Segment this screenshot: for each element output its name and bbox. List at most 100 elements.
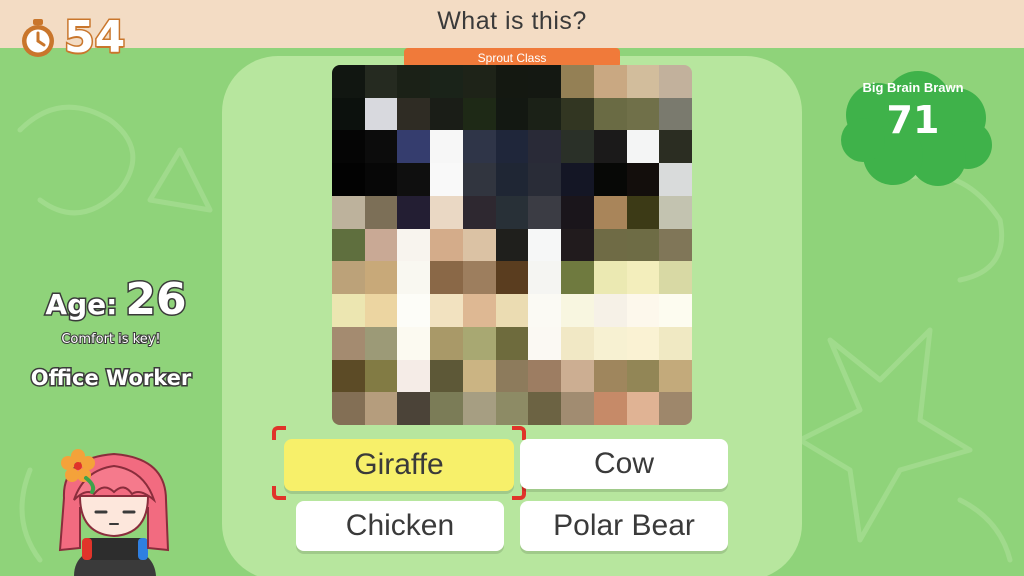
mosaic-cell bbox=[397, 130, 431, 164]
answer-button-giraffe[interactable]: Giraffe bbox=[284, 439, 514, 491]
mosaic-cell bbox=[626, 392, 660, 425]
mosaic-cell bbox=[561, 294, 594, 327]
mosaic-cell bbox=[659, 130, 692, 164]
mosaic-cell bbox=[332, 65, 365, 98]
mosaic-cell bbox=[397, 97, 431, 131]
score-label: Big Brain Brawn bbox=[862, 80, 964, 95]
mosaic-cell bbox=[561, 130, 594, 164]
mosaic-cell bbox=[626, 326, 660, 360]
answer-label: Giraffe bbox=[354, 448, 444, 481]
mosaic-cell bbox=[462, 326, 496, 360]
answer-button-chicken[interactable]: Chicken bbox=[296, 501, 504, 551]
mosaic-cell bbox=[659, 228, 692, 262]
mosaic-cell bbox=[561, 392, 594, 425]
mosaic-cell bbox=[397, 294, 431, 327]
selection-corner-top-right bbox=[512, 426, 526, 440]
mosaic-cell bbox=[462, 359, 496, 393]
mosaic-cell bbox=[397, 195, 431, 229]
mosaic-cell bbox=[528, 228, 562, 262]
mosaic-cell bbox=[495, 261, 529, 295]
mosaic-cell bbox=[364, 359, 398, 393]
mosaic-cell bbox=[593, 294, 627, 327]
mosaic-cell bbox=[462, 195, 496, 229]
mosaic-cell bbox=[659, 261, 692, 295]
mosaic-cell bbox=[528, 195, 562, 229]
mosaic-cell bbox=[495, 326, 529, 360]
mosaic-cell bbox=[593, 228, 627, 262]
mosaic-cell bbox=[593, 261, 627, 295]
mosaic-cell bbox=[528, 392, 562, 425]
mosaic-cell bbox=[332, 294, 365, 327]
mosaic-cell bbox=[364, 294, 398, 327]
mosaic-cell bbox=[659, 359, 692, 393]
mosaic-cell bbox=[332, 326, 365, 360]
mosaic-cell bbox=[430, 65, 463, 98]
mosaic-cell bbox=[495, 359, 529, 393]
mosaic-cell bbox=[659, 195, 692, 229]
mosaic-cell bbox=[430, 261, 463, 295]
mosaic-cell bbox=[561, 163, 594, 196]
pixelated-image bbox=[332, 65, 692, 425]
mosaic-cell bbox=[397, 228, 431, 262]
mosaic-cell bbox=[528, 294, 562, 327]
mosaic-cell bbox=[561, 228, 594, 262]
selection-corner-bottom-left bbox=[272, 486, 286, 500]
mosaic-cell bbox=[593, 392, 627, 425]
mosaic-cell bbox=[430, 228, 463, 262]
mosaic-cell bbox=[495, 130, 529, 164]
mosaic-cell bbox=[593, 359, 627, 393]
mosaic-cell bbox=[626, 97, 660, 131]
mosaic-cell bbox=[332, 228, 365, 262]
mosaic-cell bbox=[430, 163, 463, 196]
mosaic-cell bbox=[626, 228, 660, 262]
mosaic-cell bbox=[364, 228, 398, 262]
mosaic-cell bbox=[332, 359, 365, 393]
mosaic-cell bbox=[659, 294, 692, 327]
mosaic-cell bbox=[561, 195, 594, 229]
mosaic-cell bbox=[397, 326, 431, 360]
mosaic-cell bbox=[364, 130, 398, 164]
score-value: 71 bbox=[886, 98, 940, 142]
mosaic-cell bbox=[430, 97, 463, 131]
mosaic-cell bbox=[561, 359, 594, 393]
mosaic-cell bbox=[528, 359, 562, 393]
mosaic-cell bbox=[593, 195, 627, 229]
mosaic-cell bbox=[593, 97, 627, 131]
mosaic-cell bbox=[462, 130, 496, 164]
answer-button-cow[interactable]: Cow bbox=[520, 439, 728, 489]
timer-value: 54 bbox=[62, 12, 126, 63]
mosaic-cell bbox=[430, 392, 463, 425]
age-row: Age: 26 bbox=[26, 273, 206, 327]
mosaic-cell bbox=[462, 392, 496, 425]
answer-label: Cow bbox=[593, 447, 654, 480]
mosaic-cell bbox=[332, 261, 365, 295]
mosaic-cell bbox=[430, 294, 463, 327]
mosaic-cell bbox=[561, 261, 594, 295]
mosaic-cell bbox=[495, 163, 529, 196]
mosaic-cell bbox=[561, 97, 594, 131]
answer-label: Chicken bbox=[345, 509, 455, 542]
mosaic-cell bbox=[462, 163, 496, 196]
mosaic-cell bbox=[430, 359, 463, 393]
mosaic-cell bbox=[593, 130, 627, 164]
mosaic-cell bbox=[495, 228, 529, 262]
mosaic-cell bbox=[495, 65, 529, 98]
mosaic-cell bbox=[397, 392, 431, 425]
mosaic-cell bbox=[364, 326, 398, 360]
mosaic-cell bbox=[397, 359, 431, 393]
player-avatar-icon bbox=[58, 449, 170, 576]
mosaic-cell bbox=[364, 97, 398, 131]
mosaic-cell bbox=[659, 392, 692, 425]
mosaic-cell bbox=[495, 392, 529, 425]
mosaic-cell bbox=[528, 326, 562, 360]
answer-button-polar-bear[interactable]: Polar Bear bbox=[520, 501, 728, 551]
mosaic-cell bbox=[626, 294, 660, 327]
mosaic-cell bbox=[528, 163, 562, 196]
mosaic-cell bbox=[495, 294, 529, 327]
mosaic-cell bbox=[430, 130, 463, 164]
mosaic-cell bbox=[462, 65, 496, 98]
mosaic-cell bbox=[332, 195, 365, 229]
mosaic-cell bbox=[364, 261, 398, 295]
mosaic-cell bbox=[659, 97, 692, 131]
mosaic-cell bbox=[364, 163, 398, 196]
